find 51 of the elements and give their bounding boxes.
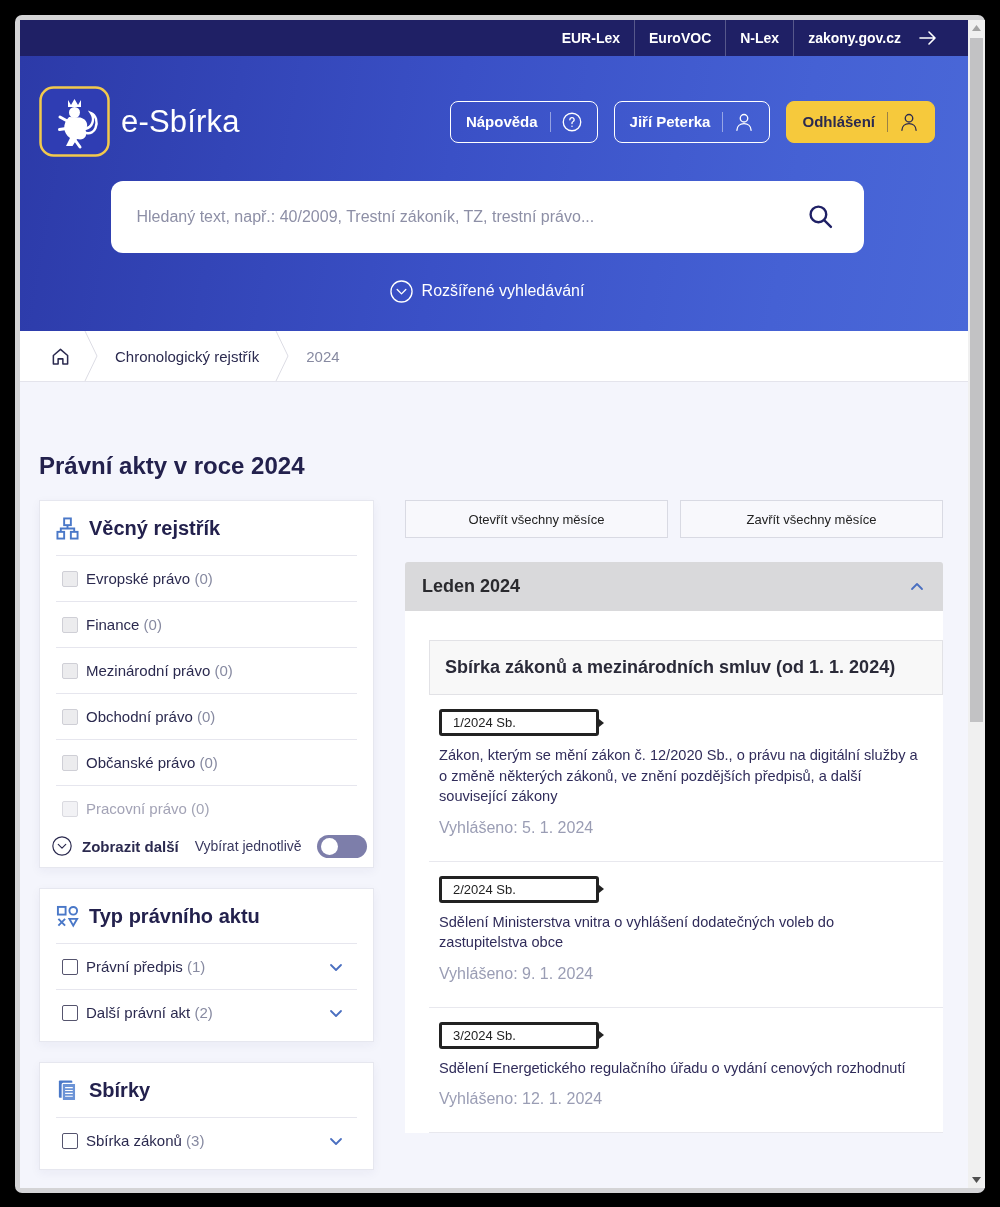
advanced-search-link[interactable]: Rozšířené vyhledávání	[389, 279, 585, 303]
arrow-right-icon[interactable]	[919, 31, 936, 45]
filter-label[interactable]: Právní předpis (1)	[86, 958, 328, 975]
scrollbar[interactable]	[968, 20, 985, 1188]
panel-title: Typ právního aktu	[89, 904, 260, 928]
crest-logo-icon[interactable]	[39, 86, 110, 157]
month-toggle-button[interactable]: Zavřít všechny měsíce	[680, 500, 943, 538]
user-icon	[734, 111, 755, 132]
documents-icon	[56, 1078, 79, 1102]
hierarchy-icon	[56, 516, 79, 540]
toggle-switch[interactable]	[317, 834, 367, 858]
user-icon	[899, 111, 919, 132]
breadcrumb-item[interactable]: Chronologický rejstřík	[98, 347, 276, 365]
chevron-circle-icon	[389, 279, 413, 303]
month-toggle-button[interactable]: Otevřít všechny měsíce	[405, 500, 668, 538]
panel-title: Sbírky	[89, 1078, 151, 1102]
logout-button[interactable]: Odhlášení	[786, 100, 935, 143]
filter-label[interactable]: Sbírka zákonů (3)	[86, 1132, 328, 1149]
top-link[interactable]: EUR-Lex	[547, 30, 634, 46]
account-button[interactable]: Jiří Peterka	[613, 100, 771, 143]
act-title[interactable]: Sdělení Ministerstva vnitra o vyhlášení dodatečných voleb do zastupitelstva obce	[439, 911, 923, 953]
home-icon[interactable]	[51, 346, 70, 366]
search-field[interactable]: Hledaný text, např.: 40/2009, Trestní zákoník, TZ, trestní právo...	[110, 181, 864, 253]
publication-date: Vyhlášeno: 12. 1. 2024	[439, 1089, 604, 1109]
panel-title: Věcný rejstřík	[89, 516, 221, 540]
search-icon[interactable]	[807, 204, 833, 229]
toggle-label: Vybírat jednotlivě	[194, 838, 303, 854]
publication-date: Vyhlášeno: 5. 1. 2024	[439, 817, 595, 838]
site-name[interactable]: e-Sbírka	[121, 103, 240, 140]
page-title: Právní akty v roce 2024	[39, 452, 306, 480]
month-header[interactable]: Leden 2024	[405, 562, 943, 611]
top-link[interactable]: EuroVOC	[635, 30, 726, 46]
shapes-icon	[56, 904, 79, 928]
breadcrumb-item[interactable]: 2024	[289, 347, 356, 365]
act-title[interactable]: Zákon, kterým se mění zákon č. 12/2020 Sb., o právu na digitální služby a o změně některých zákonů, ve znění pozdějších předpisů, a další související zákony	[439, 745, 923, 807]
top-link[interactable]: N-Lex	[726, 30, 794, 46]
scroll-down-icon[interactable]	[972, 1177, 981, 1183]
month-title: Leden 2024	[422, 576, 521, 597]
chevron-circle-icon	[52, 836, 72, 856]
collection-title: Sbírka zákonů a mezinárodních smluv (od 1. 1. 2024)	[445, 657, 896, 678]
help-button[interactable]: Nápověda	[449, 100, 598, 143]
checkbox[interactable]	[62, 958, 78, 975]
help-icon	[561, 111, 582, 132]
checkbox[interactable]	[62, 1004, 78, 1021]
scrollbar-thumb[interactable]	[970, 38, 983, 722]
filter-label[interactable]: Další právní akt (2)	[86, 1004, 328, 1021]
act-title[interactable]: Sdělení Energetického regulačního úřadu o vydání cenových rozhodnutí	[439, 1057, 923, 1078]
show-more-button[interactable]: Zobrazit další	[52, 836, 179, 856]
checkbox[interactable]	[62, 1132, 78, 1149]
top-link[interactable]: zakony.gov.cz	[794, 30, 915, 46]
publication-date: Vyhlášeno: 9. 1. 2024	[439, 963, 595, 984]
